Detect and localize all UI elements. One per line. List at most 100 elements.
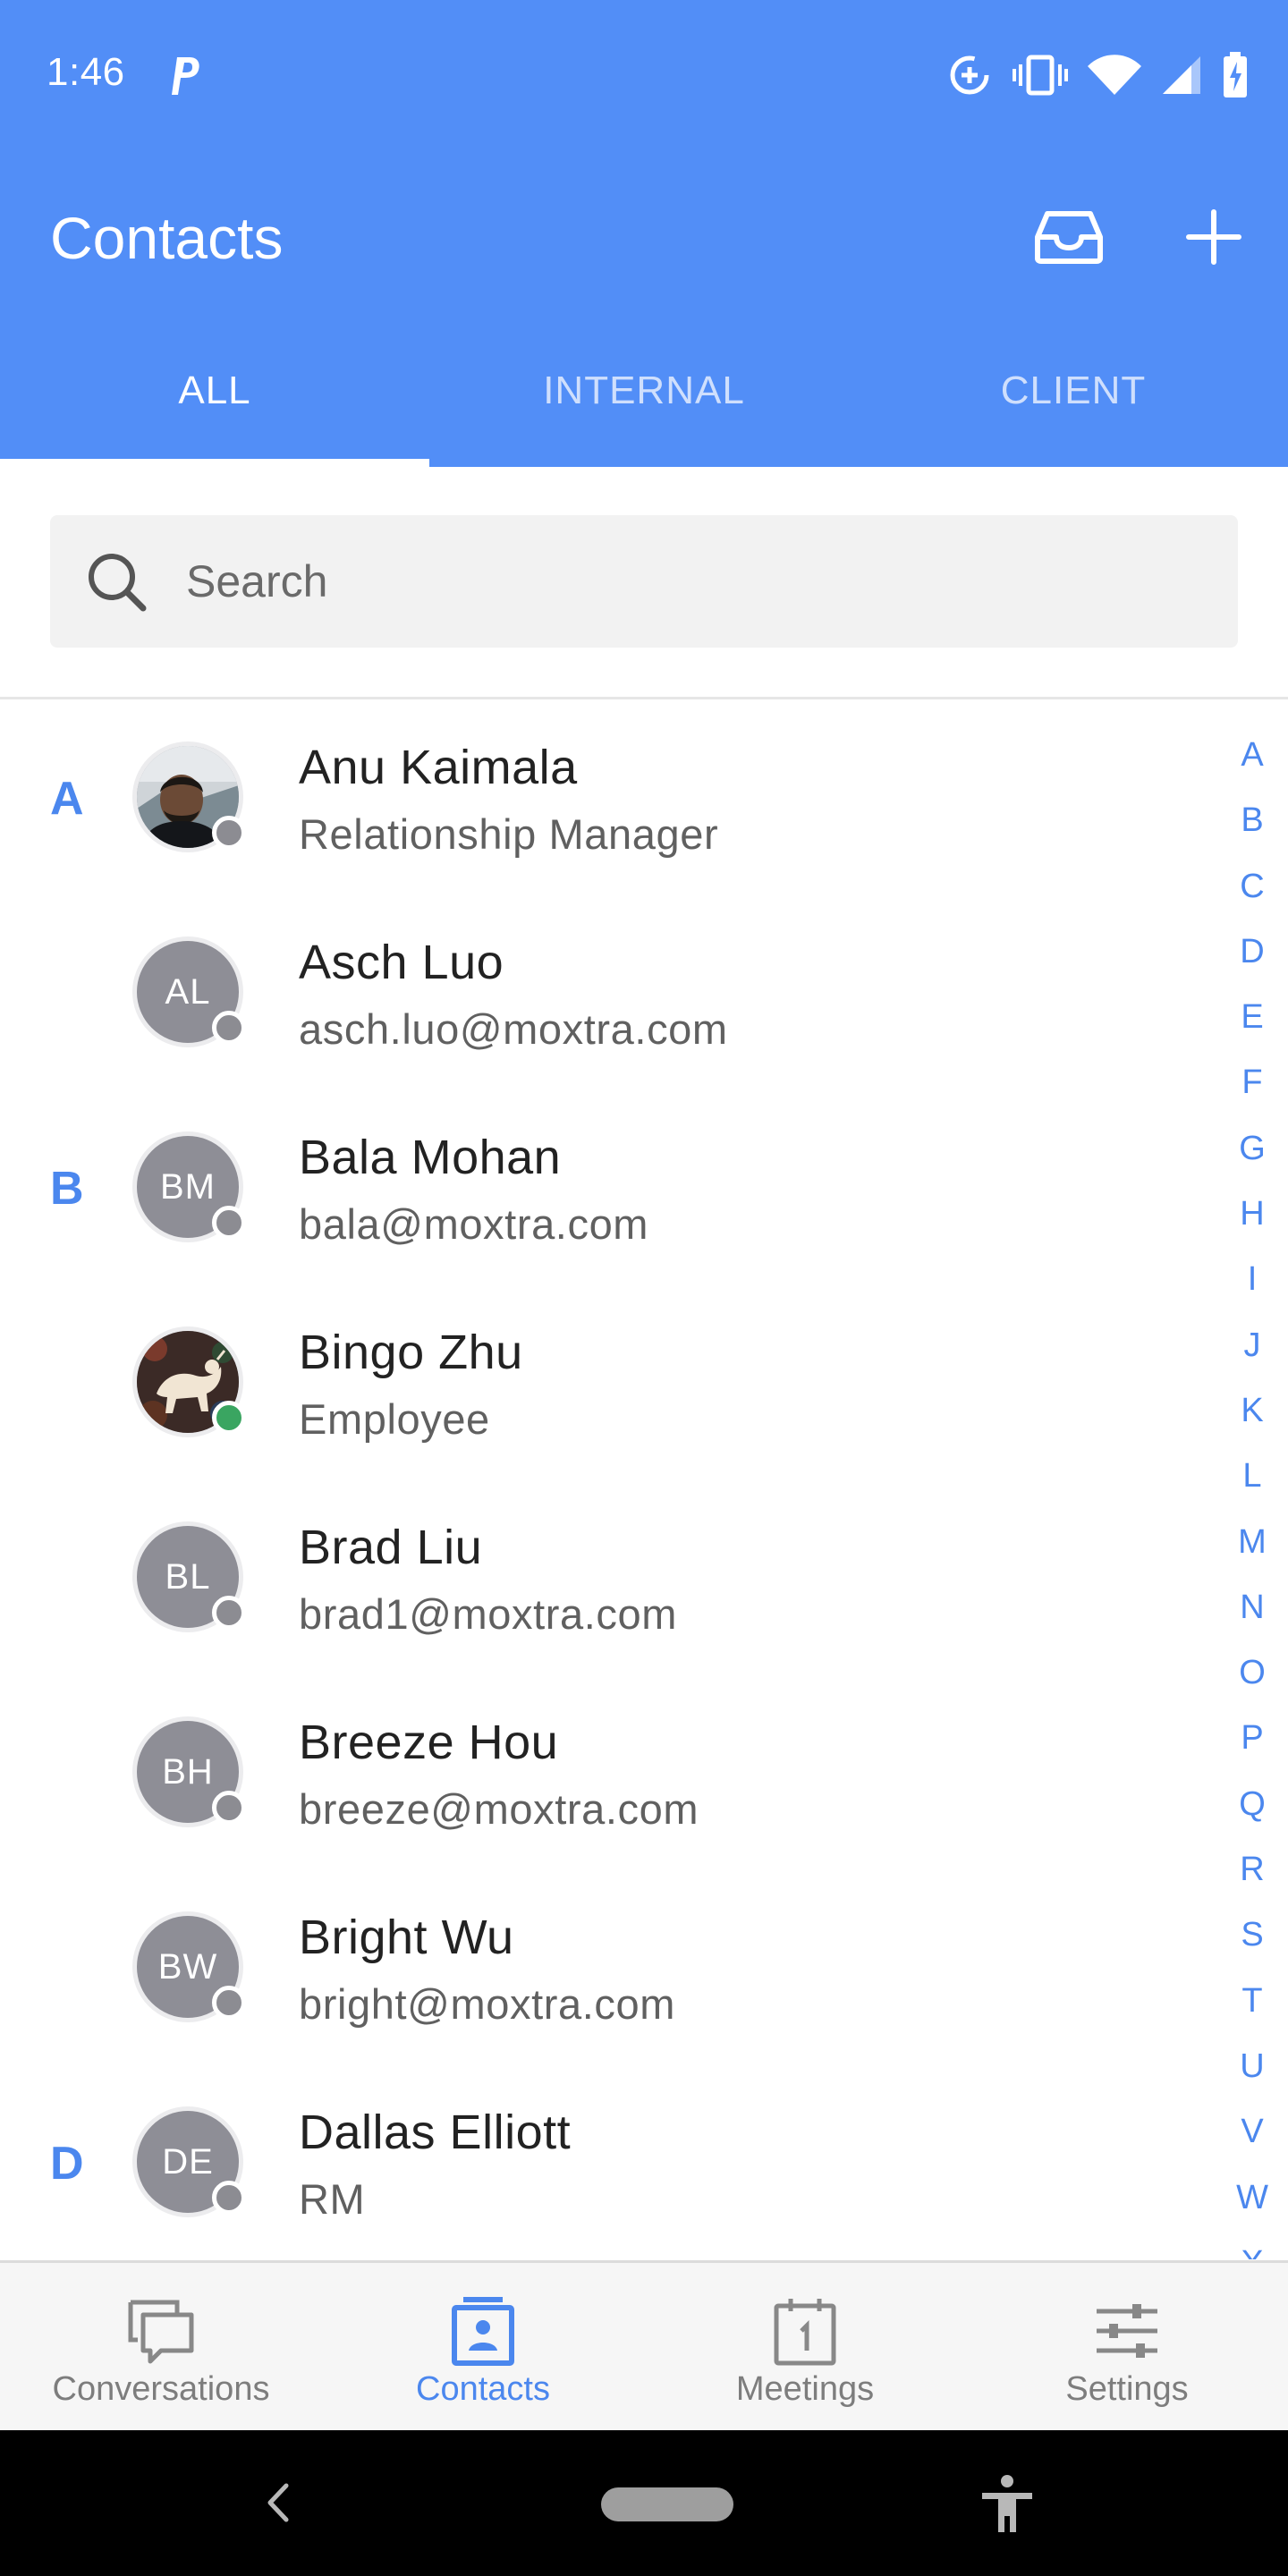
nav-conversations[interactable]: Conversations xyxy=(0,2263,322,2430)
tab-all[interactable]: ALL xyxy=(0,349,429,467)
cell-signal-icon xyxy=(1163,56,1200,94)
search-section xyxy=(0,467,1288,699)
page-title: Contacts xyxy=(50,205,284,271)
nav-contacts[interactable]: Contacts xyxy=(322,2263,644,2430)
alphabet-index-letter[interactable]: E xyxy=(1216,985,1288,1050)
alphabet-index-letter[interactable]: U xyxy=(1216,2034,1288,2099)
contact-row[interactable]: AL Asch Luo asch.luo@moxtra.com xyxy=(0,897,1216,1092)
avatar: BW xyxy=(132,1911,246,2022)
alphabet-index-letter[interactable]: V xyxy=(1216,2099,1288,2165)
nav-label: Meetings xyxy=(735,2370,875,2408)
contact-row[interactable]: BH Breeze Hou breeze@moxtra.com xyxy=(0,1677,1216,1872)
avatar-initials: BM xyxy=(160,1166,216,1207)
contact-subtitle: Employee xyxy=(299,1395,490,1443)
presence-indicator xyxy=(212,2181,246,2215)
alphabet-index-letter[interactable]: C xyxy=(1216,854,1288,919)
bottom-navigation: Conversations Contacts Meetings Settings xyxy=(0,2260,1288,2430)
inbox-button[interactable] xyxy=(1029,197,1109,277)
contact-row[interactable]: BL Brad Liu brad1@moxtra.com xyxy=(0,1482,1216,1677)
alphabet-index-letter[interactable]: M xyxy=(1216,1510,1288,1575)
avatar-initials: BH xyxy=(162,1751,214,1792)
presence-indicator xyxy=(212,816,246,850)
contact-name: Anu Kaimala xyxy=(299,741,578,794)
alphabet-index-letter[interactable]: Q xyxy=(1216,1772,1288,1837)
contact-row[interactable]: B BM Bala Mohan bala@moxtra.com xyxy=(0,1092,1216,1287)
alphabet-index-letter[interactable]: L xyxy=(1216,1444,1288,1509)
status-time: 1:46 xyxy=(47,50,125,94)
presence-indicator xyxy=(212,1791,246,1825)
sliders-icon xyxy=(1097,2304,1157,2358)
contact-list: A Anu Kaimala Relationship Manager AL As… xyxy=(0,702,1216,2260)
alphabet-index[interactable]: ABCDEFGHIJKLMNOPQRSTUVWX xyxy=(1216,723,1288,2259)
search-input[interactable] xyxy=(186,546,1170,617)
plus-icon xyxy=(1186,209,1241,265)
section-letter: A xyxy=(50,773,84,825)
alphabet-index-letter[interactable]: J xyxy=(1216,1313,1288,1378)
contact-row[interactable]: Bingo Zhu Employee xyxy=(0,1287,1216,1482)
alphabet-index-letter[interactable]: G xyxy=(1216,1116,1288,1182)
contact-name: Asch Luo xyxy=(299,936,504,989)
alphabet-index-letter[interactable]: O xyxy=(1216,1640,1288,1706)
system-navigation-bar xyxy=(0,2430,1288,2576)
contact-name: Dallas Elliott xyxy=(299,2106,572,2159)
alphabet-index-letter[interactable]: K xyxy=(1216,1378,1288,1444)
contact-subtitle: asch.luo@moxtra.com xyxy=(299,1005,728,1053)
alphabet-index-letter[interactable]: R xyxy=(1216,1837,1288,1902)
tab-bar: ALL INTERNAL CLIENT xyxy=(0,349,1288,467)
nav-label: Settings xyxy=(1065,2370,1189,2408)
contact-subtitle: breeze@moxtra.com xyxy=(299,1785,699,1833)
alphabet-index-letter[interactable]: I xyxy=(1216,1247,1288,1312)
avatar xyxy=(132,1326,246,1437)
accessibility-icon[interactable] xyxy=(977,2473,1038,2534)
parking-icon xyxy=(172,57,199,95)
avatar: AL xyxy=(132,936,246,1047)
nav-label: Conversations xyxy=(52,2370,270,2408)
nav-meetings[interactable]: Meetings xyxy=(644,2263,966,2430)
wifi-icon xyxy=(1088,55,1141,95)
contact-card-icon xyxy=(452,2297,514,2366)
home-pill-button[interactable] xyxy=(601,2487,733,2521)
contact-subtitle: bala@moxtra.com xyxy=(299,1200,649,1248)
presence-indicator xyxy=(212,1401,246,1435)
alphabet-index-letter[interactable]: S xyxy=(1216,1902,1288,1968)
contact-subtitle: bright@moxtra.com xyxy=(299,1980,675,2028)
nav-settings[interactable]: Settings xyxy=(966,2263,1288,2430)
search-icon xyxy=(89,554,147,612)
toolbar: Contacts xyxy=(0,150,1288,320)
contact-subtitle: RM xyxy=(299,2175,366,2223)
battery-charging-icon xyxy=(1224,52,1247,97)
contact-row[interactable]: D DE Dallas Elliott RM xyxy=(0,2067,1216,2260)
nav-label: Contacts xyxy=(416,2370,550,2408)
avatar: BH xyxy=(132,1716,246,1827)
inbox-icon xyxy=(1035,211,1103,264)
alphabet-index-letter[interactable]: N xyxy=(1216,1575,1288,1640)
add-contact-button[interactable] xyxy=(1174,197,1254,277)
avatar xyxy=(132,741,246,852)
alphabet-index-letter[interactable]: D xyxy=(1216,919,1288,985)
contact-subtitle: brad1@moxtra.com xyxy=(299,1590,678,1638)
status-bar: 1:46 xyxy=(0,0,1288,150)
contact-row[interactable]: A Anu Kaimala Relationship Manager xyxy=(0,702,1216,897)
app-bar: 1:46 Contacts ALL INTERNAL CLIENT xyxy=(0,0,1288,467)
contact-row[interactable]: BW Bright Wu bright@moxtra.com xyxy=(0,1872,1216,2067)
search-box[interactable] xyxy=(50,515,1238,648)
data-saver-icon xyxy=(950,55,989,95)
vibrate-icon xyxy=(1013,55,1068,96)
alphabet-index-letter[interactable]: A xyxy=(1216,723,1288,788)
calendar-icon xyxy=(774,2299,836,2366)
avatar: DE xyxy=(132,2106,246,2217)
alphabet-index-letter[interactable]: F xyxy=(1216,1050,1288,1115)
alphabet-index-letter[interactable]: T xyxy=(1216,1969,1288,2034)
tab-internal[interactable]: INTERNAL xyxy=(429,349,859,467)
alphabet-index-letter[interactable]: X xyxy=(1216,2231,1288,2259)
avatar: BM xyxy=(132,1131,246,1242)
status-icons xyxy=(946,50,1249,100)
back-icon[interactable] xyxy=(259,2480,295,2525)
contact-name: Bala Mohan xyxy=(299,1131,562,1184)
avatar-initials: DE xyxy=(162,2141,214,2182)
alphabet-index-letter[interactable]: H xyxy=(1216,1182,1288,1247)
tab-client[interactable]: CLIENT xyxy=(859,349,1288,467)
alphabet-index-letter[interactable]: B xyxy=(1216,788,1288,853)
alphabet-index-letter[interactable]: W xyxy=(1216,2165,1288,2231)
alphabet-index-letter[interactable]: P xyxy=(1216,1706,1288,1771)
